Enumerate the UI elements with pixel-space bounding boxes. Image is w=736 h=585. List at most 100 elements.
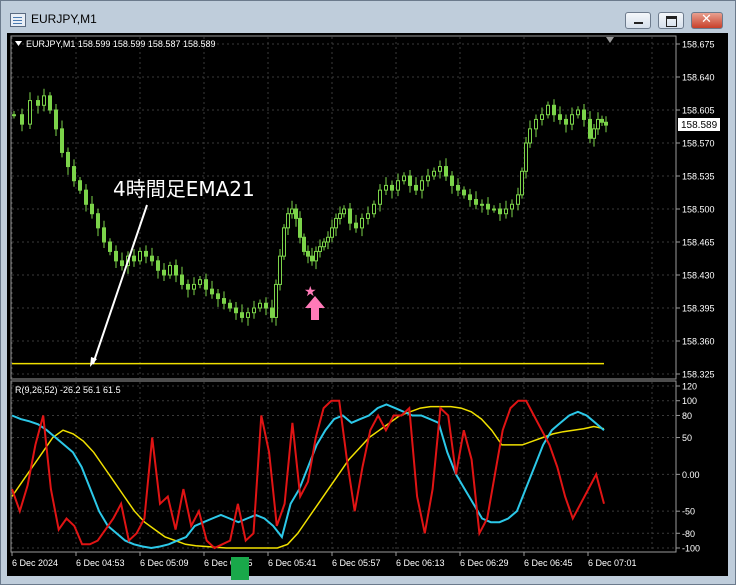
candle-body (54, 109, 58, 130)
candle-body (366, 213, 370, 219)
candle-body (534, 118, 538, 130)
candle-body (270, 307, 274, 318)
annotation-arrow[interactable] (92, 204, 148, 365)
candle-body (42, 95, 46, 106)
symbol-info: EURJPY,M1 158.599 158.599 158.587 158.58… (26, 39, 215, 49)
candle-body (318, 246, 322, 252)
candle-body (570, 114, 574, 125)
candle-body (342, 208, 346, 215)
candle-body (540, 114, 544, 120)
candle-body (510, 203, 514, 210)
price-label-4: 158.535 (682, 172, 715, 182)
candle-body (210, 288, 214, 295)
candle-body (174, 265, 178, 276)
price-label-9: 158.360 (682, 337, 715, 347)
candle-body (192, 283, 196, 290)
price-label-3: 158.570 (682, 139, 715, 149)
candle-body (222, 298, 226, 304)
candle-body (306, 250, 310, 257)
candle-body (402, 175, 406, 182)
time-label-6: 6 Dec 06:13 (396, 558, 445, 568)
ind-label-6: -80 (682, 529, 695, 539)
candle-body (326, 236, 330, 243)
price-label-7: 158.430 (682, 271, 715, 281)
price-label-8: 158.395 (682, 304, 715, 314)
chart-shift-icon[interactable] (606, 37, 614, 43)
candle-body (480, 203, 484, 206)
time-label-9: 6 Dec 07:01 (588, 558, 637, 568)
candle-body (354, 222, 358, 229)
price-label-1: 158.640 (682, 73, 715, 83)
candle-body (264, 302, 268, 309)
candle-body (396, 180, 400, 191)
candle-body (462, 189, 466, 196)
candle-body (204, 279, 208, 290)
time-label-7: 6 Dec 06:29 (460, 558, 509, 568)
candle-body (486, 203, 490, 210)
indicator-header: R(9,26,52) -26.2 56.1 61.5 (15, 385, 121, 395)
annotation-text[interactable]: 4時間足EMA21 (113, 177, 255, 201)
candle-body (96, 213, 100, 229)
candle-body (278, 255, 282, 285)
time-axis: 6 Dec 2024 6 Dec 04:53 6 Dec 05:09 6 Dec 05… (11, 552, 637, 568)
candle-body (274, 283, 278, 318)
candle-body (290, 208, 294, 215)
candle-body (72, 166, 76, 182)
candle-body (20, 114, 24, 125)
candle-body (156, 260, 160, 271)
candle-body (168, 265, 172, 276)
candle-body (330, 227, 334, 238)
candle-body (228, 302, 232, 309)
candle-body (12, 114, 16, 117)
candle-body (414, 184, 418, 191)
candle-body (258, 302, 262, 309)
candle-body (216, 293, 220, 300)
candle-body (360, 217, 364, 229)
chart-canvas[interactable]: EURJPY,M1 158.599 158.599 158.587 158.58… (0, 0, 736, 585)
candle-body (132, 255, 136, 262)
candle-body (492, 208, 496, 211)
scroll-box[interactable] (231, 557, 249, 580)
price-label-0: 158.675 (682, 40, 715, 50)
price-label-2: 158.605 (682, 106, 715, 116)
price-label-6: 158.465 (682, 238, 715, 248)
candle-body (426, 175, 430, 182)
candle-body (78, 180, 82, 191)
candle-body (28, 100, 32, 125)
candle-body (498, 208, 502, 215)
candle-body (120, 260, 124, 267)
ind-label-4: 0.00 (682, 470, 700, 480)
candle-body (592, 128, 596, 139)
candle-body (48, 95, 52, 111)
candle-body (114, 250, 118, 262)
candle-body (450, 175, 454, 186)
ind-label-3: 50 (682, 433, 692, 443)
candle-body (348, 208, 352, 224)
candle-body (524, 142, 528, 172)
candle-body (390, 184, 394, 191)
ind-label-5: -50 (682, 507, 695, 517)
candle-body (408, 175, 412, 186)
candle-body (384, 184, 388, 191)
grid (11, 37, 675, 551)
candle-body (456, 184, 460, 191)
candle-body (36, 100, 40, 106)
candle-body (588, 118, 592, 139)
candle-body (520, 170, 524, 196)
ind-label-1: 100 (682, 396, 697, 406)
candle-body (444, 166, 448, 177)
candle-body (338, 213, 342, 219)
candle-body (596, 118, 600, 130)
candle-body (252, 307, 256, 314)
time-label-0: 6 Dec 2024 (12, 558, 58, 568)
time-label-5: 6 Dec 05:57 (332, 558, 381, 568)
candle-body (246, 312, 250, 318)
candle-body (198, 279, 202, 285)
candle-body (552, 104, 556, 116)
candle-body (310, 255, 314, 262)
candle-body (504, 208, 508, 215)
price-label-5: 158.500 (682, 205, 715, 215)
chart-menu-icon[interactable] (15, 41, 22, 46)
candle-body (468, 194, 472, 201)
candle-body (432, 170, 436, 177)
